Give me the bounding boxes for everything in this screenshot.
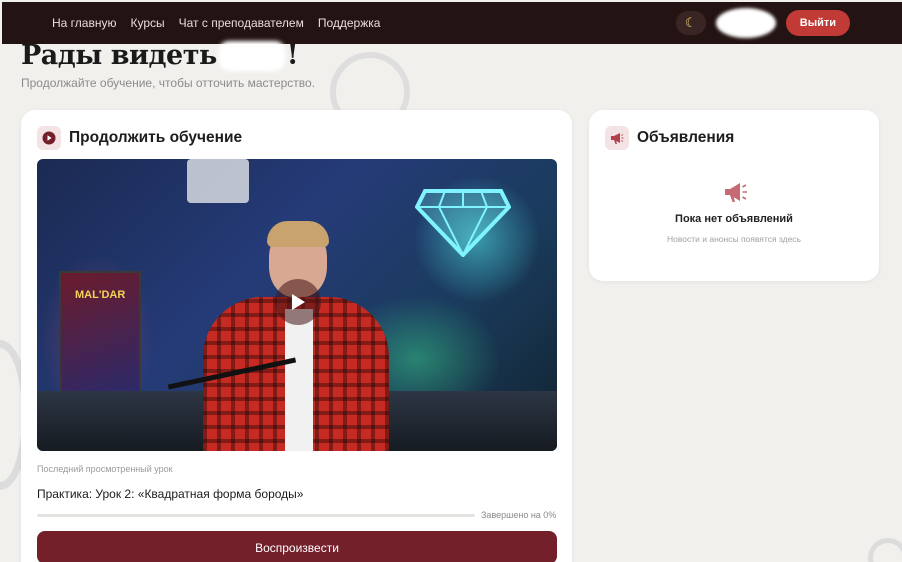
page-subtitle: Продолжайте обучение, чтобы отточить мас…: [21, 76, 315, 90]
video-scene-shirt: [285, 309, 313, 451]
announcements-card: Объявления Пока нет объявлений Новости и…: [589, 110, 879, 281]
card-header: Объявления: [605, 126, 734, 150]
lesson-progress-bar: [37, 514, 475, 517]
video-scene-light: [187, 159, 249, 203]
megaphone-icon: [725, 183, 747, 202]
play-lesson-button[interactable]: Воспроизвести: [37, 531, 557, 562]
page-greeting: Рады видеть !: [21, 40, 299, 71]
card-title: Продолжить обучение: [69, 129, 243, 146]
play-circle-icon: [37, 126, 61, 150]
user-name-redacted: [715, 8, 776, 38]
card-title: Объявления: [637, 129, 735, 146]
nav-item-teacher-chat[interactable]: Чат с преподавателем: [179, 16, 304, 30]
lesson-progress-text: Завершено на 0%: [481, 510, 557, 520]
card-header: Продолжить обучение: [37, 126, 242, 150]
theme-toggle-button[interactable]: ☾: [675, 11, 706, 35]
user-name-redacted: [218, 40, 285, 71]
lesson-title: Практика: Урок 2: «Квадратная форма боро…: [37, 487, 304, 501]
megaphone-icon: [605, 126, 629, 150]
continue-learning-card: Продолжить обучение MAL'DAR Последний пр…: [21, 110, 572, 562]
moon-icon: ☾: [684, 15, 697, 30]
empty-state-subtitle: Новости и анонсы появятся здесь: [667, 234, 801, 244]
logout-button[interactable]: Выйти: [785, 10, 850, 36]
video-player[interactable]: MAL'DAR: [37, 159, 557, 451]
last-lesson-label: Последний просмотренный урок: [37, 464, 173, 474]
greeting-exclamation: !: [286, 40, 299, 71]
nav-item-courses[interactable]: Курсы: [130, 16, 164, 30]
video-scene-hair: [267, 221, 329, 247]
header-actions: ☾ Выйти: [675, 8, 850, 38]
video-play-button[interactable]: [275, 279, 321, 325]
diamond-neon-icon: [415, 189, 511, 257]
play-icon: [292, 294, 305, 310]
top-navigation-bar: На главную Курсы Чат с преподавателем По…: [2, 2, 902, 44]
decorative-ring: [868, 538, 902, 562]
main-nav: На главную Курсы Чат с преподавателем По…: [52, 16, 380, 30]
video-poster-text: MAL'DAR: [75, 289, 126, 301]
greeting-text: Рады видеть: [21, 40, 217, 71]
nav-item-support[interactable]: Поддержка: [318, 16, 381, 30]
nav-item-home[interactable]: На главную: [52, 16, 116, 30]
empty-state-title: Пока нет объявлений: [675, 213, 793, 225]
